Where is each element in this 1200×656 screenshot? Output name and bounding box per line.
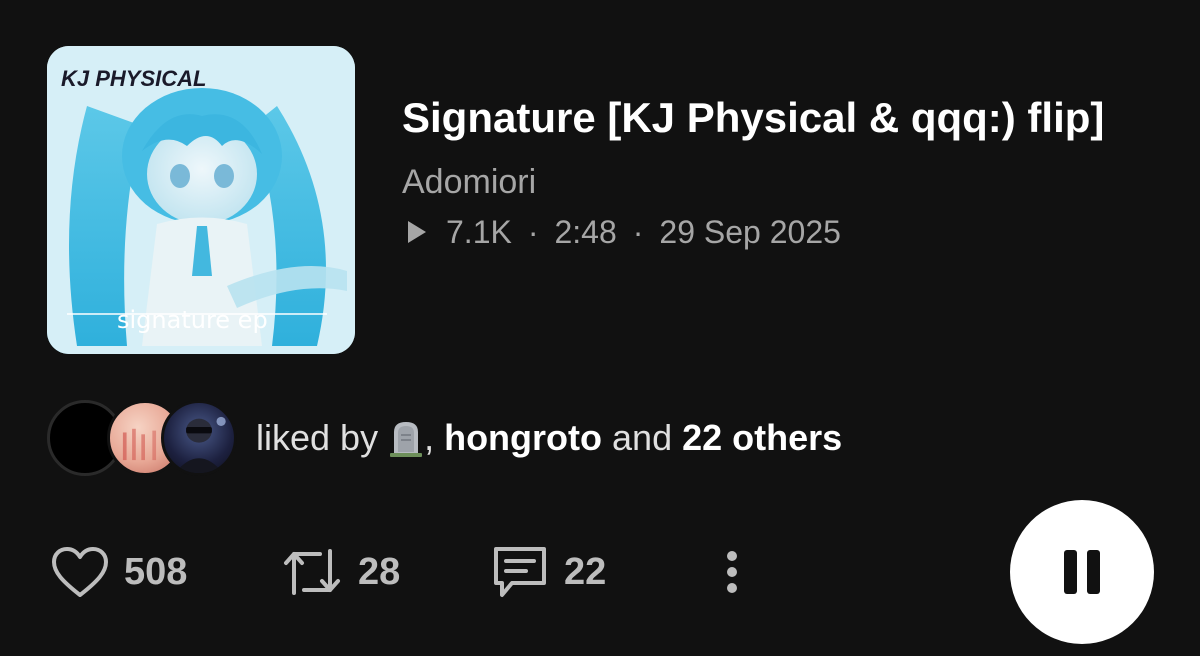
comment-count: 22: [564, 550, 607, 593]
track-duration: 2:48: [554, 214, 617, 250]
svg-text:KJ PHYSICAL: KJ PHYSICAL: [61, 66, 206, 91]
action-bar: 508 28 22: [50, 540, 752, 604]
track-artwork[interactable]: KJ PHYSICAL signature ep: [47, 46, 355, 354]
track-artist[interactable]: Adomiori: [402, 162, 1162, 202]
svg-text:signature ep: signature ep: [117, 306, 268, 334]
release-date: 29 Sep 2025: [659, 214, 841, 250]
liked-by-comma: ,: [424, 417, 435, 458]
play-count: 7.1K: [446, 214, 512, 250]
pause-icon: [1064, 550, 1100, 594]
repost-icon: [284, 549, 340, 595]
track-title[interactable]: Signature [KJ Physical & qqq:) flip]: [402, 88, 1142, 148]
repost-button[interactable]: 28: [280, 545, 490, 599]
track-meta: 7.1K · 2:48 · 29 Sep 2025: [402, 212, 1162, 252]
track-info: Signature [KJ Physical & qqq:) flip] Ado…: [402, 88, 1162, 252]
comment-button[interactable]: 22: [490, 543, 712, 601]
comment-icon: [494, 547, 546, 597]
avatar-image: [175, 416, 226, 473]
liked-by-conjunction: and: [612, 417, 673, 458]
headstone-icon[interactable]: [388, 418, 424, 458]
liked-by-prefix: liked by: [256, 417, 379, 458]
more-options-button[interactable]: [712, 548, 752, 596]
heart-icon: [52, 547, 108, 597]
like-count: 508: [124, 550, 188, 593]
other-likers-link[interactable]: 22 others: [682, 417, 842, 459]
liker-username[interactable]: hongroto: [444, 417, 602, 459]
more-vertical-icon: [727, 551, 737, 593]
liker-avatars[interactable]: [47, 400, 237, 476]
artwork-image: KJ PHYSICAL signature ep: [47, 46, 355, 354]
meta-separator: ·: [527, 214, 539, 250]
play-icon: [408, 221, 426, 243]
meta-separator: ·: [632, 214, 644, 250]
liked-by-row[interactable]: liked by , hongroto and 22 others: [47, 400, 842, 476]
avatar[interactable]: [161, 400, 237, 476]
repost-count: 28: [358, 550, 401, 593]
liked-by-text: liked by , hongroto and 22 others: [256, 417, 842, 459]
like-button[interactable]: 508: [50, 545, 280, 599]
pause-button[interactable]: [1010, 500, 1154, 644]
